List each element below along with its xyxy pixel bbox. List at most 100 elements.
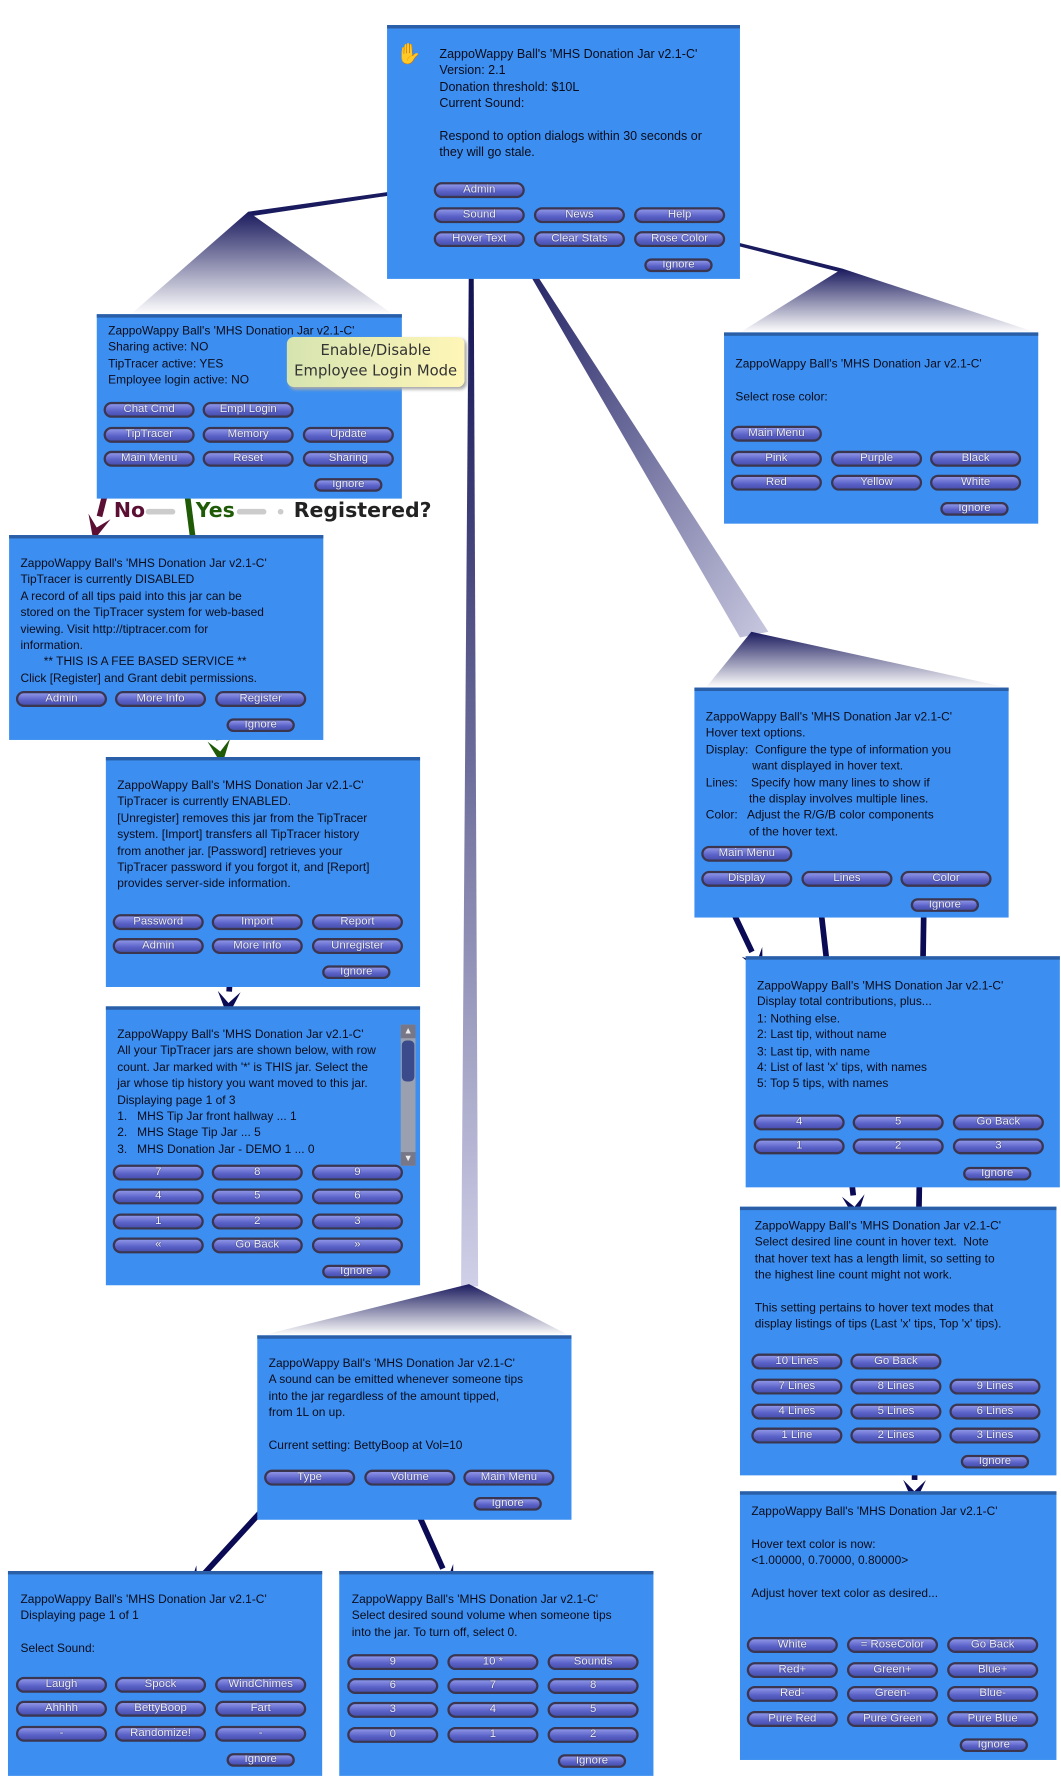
dash-button[interactable]: « [112,1237,204,1254]
admin-button[interactable]: Admin [15,691,108,707]
more-info-button[interactable]: More Info [114,691,207,707]
ignore-button[interactable]: Ignore [226,718,295,732]
main-menu-button[interactable]: Main Menu [730,425,822,442]
main-menu-button[interactable]: Main Menu [701,845,793,862]
4-button[interactable]: 4 [447,1701,539,1718]
white-button[interactable]: White [746,1637,838,1653]
ignore-button[interactable]: Ignore [473,1496,542,1511]
10-lines-button[interactable]: 10 Lines [751,1353,843,1370]
2-button[interactable]: 2 [211,1213,303,1230]
red-button[interactable]: Red [730,474,822,491]
scrollbar[interactable]: ▲ ▼ [400,1024,416,1166]
go-back-button[interactable]: Go Back [850,1353,942,1370]
go-back-button[interactable]: Go Back [947,1637,1039,1653]
go-back-button[interactable]: Go Back [211,1237,303,1254]
update-button[interactable]: Update [302,426,394,443]
black-button[interactable]: Black [930,450,1022,467]
green-button[interactable]: Green- [846,1685,939,1702]
1-button[interactable]: 1 [447,1726,539,1743]
ignore-button[interactable]: Ignore [314,478,383,492]
10-button[interactable]: 10 * [447,1654,539,1671]
report-button[interactable]: Report [311,914,403,931]
blue-button[interactable]: Blue+ [947,1662,1039,1679]
dash-button[interactable]: - [215,1725,307,1742]
9-button[interactable]: 9 [347,1654,439,1671]
volume-button[interactable]: Volume [364,1469,456,1486]
sharing-button[interactable]: Sharing [302,450,394,467]
sounds-button[interactable]: Sounds [547,1654,639,1671]
6-button[interactable]: 6 [311,1188,403,1205]
ignore-button[interactable]: Ignore [644,258,713,273]
empl-login-button[interactable]: Empl Login [202,401,294,418]
4-lines-button[interactable]: 4 Lines [751,1403,843,1420]
tiptracer-button[interactable]: TipTracer [103,426,195,443]
color-button[interactable]: Color [900,870,992,887]
ignore-button[interactable]: Ignore [322,965,391,980]
main-menu-button[interactable]: Main Menu [103,450,195,467]
admin-button[interactable]: Admin [112,938,204,954]
register-button[interactable]: Register [215,691,307,707]
4-button[interactable]: 4 [112,1188,204,1205]
hover-text-button[interactable]: Hover Text [433,231,525,248]
0-button[interactable]: 0 [347,1726,439,1743]
2-button[interactable]: 2 [852,1138,944,1155]
7-button[interactable]: 7 [112,1164,204,1181]
purple-button[interactable]: Purple [831,450,923,467]
blue-button[interactable]: Blue- [947,1685,1039,1702]
ignore-button[interactable]: Ignore [910,898,980,912]
5-button[interactable]: 5 [852,1114,944,1131]
ignore-button[interactable]: Ignore [557,1754,627,1768]
spock-button[interactable]: Spock [114,1676,207,1693]
main-menu-button[interactable]: Main Menu [463,1469,555,1486]
fart-button[interactable]: Fart [215,1700,307,1717]
go-back-button[interactable]: Go Back [952,1114,1044,1131]
dash-button[interactable]: » [311,1237,403,1254]
3-button[interactable]: 3 [311,1213,403,1230]
admin-button[interactable]: Admin [433,182,525,199]
memory-button[interactable]: Memory [202,426,294,443]
4-button[interactable]: 4 [753,1114,845,1131]
ignore-button[interactable]: Ignore [963,1166,1032,1181]
red-button[interactable]: Red+ [746,1662,838,1679]
laugh-button[interactable]: Laugh [15,1676,108,1693]
rose-color-button[interactable]: Rose Color [634,231,726,248]
lines-button[interactable]: Lines [801,870,893,887]
scrollbar-thumb[interactable] [401,1040,415,1082]
8-button[interactable]: 8 [547,1678,639,1694]
scroll-up-arrow-icon[interactable]: ▲ [400,1024,416,1039]
white-button[interactable]: White [930,474,1022,491]
pure-blue-button[interactable]: Pure Blue [947,1711,1039,1727]
display-button[interactable]: Display [701,870,793,887]
3-button[interactable]: 3 [952,1138,1044,1155]
3-lines-button[interactable]: 3 Lines [949,1427,1041,1444]
clear-stats-button[interactable]: Clear Stats [533,231,625,248]
5-lines-button[interactable]: 5 Lines [850,1403,942,1420]
8-lines-button[interactable]: 8 Lines [850,1378,942,1395]
chat-cmd-button[interactable]: Chat Cmd [103,401,195,418]
1-button[interactable]: 1 [753,1138,845,1155]
6-lines-button[interactable]: 6 Lines [949,1403,1041,1420]
ignore-button[interactable]: Ignore [226,1753,295,1767]
8-button[interactable]: 8 [211,1164,303,1181]
2-lines-button[interactable]: 2 Lines [850,1427,942,1444]
more-info-button[interactable]: More Info [211,938,303,954]
yellow-button[interactable]: Yellow [831,474,923,491]
unregister-button[interactable]: Unregister [311,938,403,954]
ignore-button[interactable]: Ignore [940,502,1009,516]
5-button[interactable]: 5 [211,1188,303,1205]
7-button[interactable]: 7 [447,1678,539,1694]
pure-green-button[interactable]: Pure Green [846,1711,939,1727]
2-button[interactable]: 2 [547,1726,639,1743]
ignore-button[interactable]: Ignore [959,1738,1028,1752]
reset-button[interactable]: Reset [202,450,294,467]
help-button[interactable]: Help [634,207,726,224]
sound-button[interactable]: Sound [433,207,525,224]
type-button[interactable]: Type [264,1469,356,1486]
dash-button[interactable]: - [15,1725,108,1742]
1-button[interactable]: 1 [112,1213,204,1230]
import-button[interactable]: Import [211,914,303,931]
red-button[interactable]: Red- [746,1685,838,1702]
7-lines-button[interactable]: 7 Lines [751,1378,843,1395]
5-button[interactable]: 5 [547,1701,639,1718]
randomize-button[interactable]: Randomize! [114,1725,207,1742]
